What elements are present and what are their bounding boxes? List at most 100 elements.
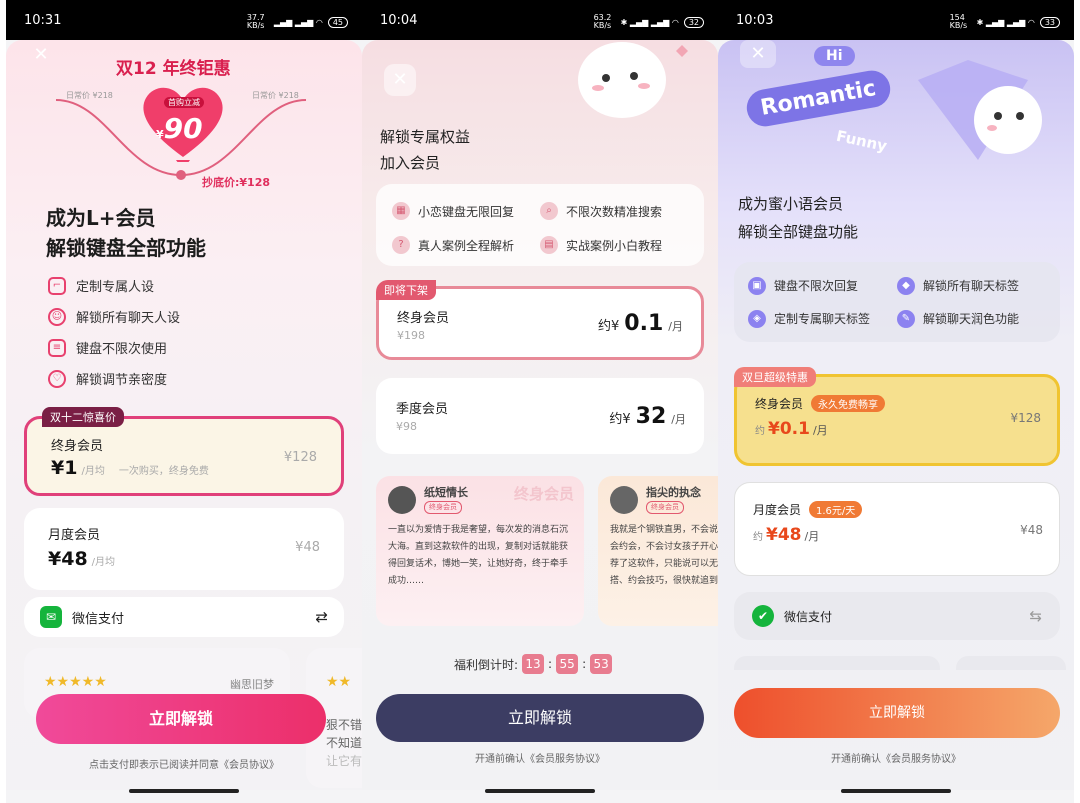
watermark: 终身会员 bbox=[513, 485, 574, 503]
plan-unit: /月 bbox=[671, 413, 686, 426]
search-icon: ⌕ bbox=[540, 202, 558, 220]
unlock-button[interactable]: 立即解锁 bbox=[376, 694, 704, 742]
title-line-2: 解锁键盘全部功能 bbox=[46, 236, 206, 260]
mascot-icon bbox=[578, 42, 688, 118]
plan-orig-price: ¥48 bbox=[295, 540, 320, 555]
wechat-pay-icon: ✉ bbox=[40, 606, 62, 628]
feature-item: ≡ 键盘不限次使用 bbox=[48, 332, 180, 363]
plan-name: 终身会员 bbox=[397, 311, 450, 326]
feature-item: ⌐ 定制专属人设 bbox=[48, 270, 180, 301]
plan-orig-price: ¥98 bbox=[396, 420, 417, 433]
feature-item: ☺ 解锁所有聊天人设 bbox=[48, 301, 180, 332]
pen-icon: ✎ bbox=[897, 309, 915, 328]
review-card-peek bbox=[956, 656, 1066, 670]
status-bar: 10:04 63.2 KB/s ✱ ▂▄▆ ▂▄▆ ◠ 32 bbox=[362, 0, 718, 40]
bubble-hi: Hi bbox=[814, 46, 855, 66]
page-title: 解锁专属权益 加入会员 bbox=[380, 124, 470, 176]
plan-lifetime[interactable]: 终身会员 ¥1 /月均 一次购买，终身免费 ¥128 bbox=[24, 416, 344, 496]
benefit-grid: ▣ 键盘不限次回复 ◆ 解锁所有聊天标签 ◈ 定制专属聊天标签 ✎ 解锁聊天润色功能 bbox=[734, 262, 1060, 342]
daily-price-left: 日常价 ¥218 bbox=[66, 91, 113, 100]
switch-icon[interactable]: ⇄ bbox=[315, 608, 328, 626]
avatar bbox=[388, 486, 416, 514]
plan-lifetime[interactable]: 终身会员 永久免费畅享 约 ¥0.1 /月 ¥128 bbox=[734, 374, 1060, 466]
review-user: 指尖的执念 bbox=[646, 486, 701, 499]
rating-stars: ★★★★★ bbox=[44, 674, 107, 690]
plan-unit: /月 bbox=[804, 530, 820, 543]
battery-icon: 45 bbox=[327, 16, 348, 28]
smile-icon: ☺ bbox=[48, 307, 66, 326]
plan-price-prefix: 约 bbox=[753, 532, 763, 543]
pay-method[interactable]: ✔ 微信支付 ⇆ bbox=[734, 592, 1060, 640]
page-title: 成为蜜小语会员 解锁全部键盘功能 bbox=[738, 190, 858, 246]
unlock-button[interactable]: 立即解锁 bbox=[734, 688, 1060, 738]
unlock-button[interactable]: 立即解锁 bbox=[36, 694, 326, 744]
plan-unit: /月均 bbox=[91, 557, 116, 568]
title-line-2: 加入会员 bbox=[380, 154, 441, 172]
review-snippet: 不知道 bbox=[326, 736, 362, 750]
member-badge: 终身会员 bbox=[424, 501, 462, 514]
benefit-item: ▦ 小恋键盘无限回复 bbox=[392, 202, 540, 220]
plan-quarterly[interactable]: 季度会员 ¥98 约¥ 32 /月 bbox=[376, 378, 704, 454]
countdown-hours: 13 bbox=[522, 654, 545, 674]
book-icon: ▤ bbox=[540, 236, 558, 254]
benefit-item: ? 真人案例全程解析 bbox=[392, 236, 540, 254]
pay-method-label: 微信支付 bbox=[784, 609, 833, 624]
gem-mascot-icon bbox=[918, 60, 1042, 160]
close-icon[interactable]: ✕ bbox=[28, 42, 54, 68]
paywall-sheet: ✕ Hi Romantic Funny 成为蜜小语会员 解锁全部键盘功能 ▣ 键盘… bbox=[718, 40, 1074, 790]
pay-method[interactable]: ✉ 微信支付 ⇄ bbox=[24, 597, 344, 637]
page-title: 成为L+会员 解锁键盘全部功能 bbox=[46, 203, 206, 263]
agreement-text[interactable]: 开通前确认《会员服务协议》 bbox=[718, 750, 1074, 765]
plan-note: 一次购买，终身免费 bbox=[118, 466, 209, 477]
bubble-funny: Funny bbox=[834, 126, 889, 156]
close-icon[interactable]: ✕ bbox=[384, 64, 416, 96]
benefit-item: ◈ 定制专属聊天标签 bbox=[748, 309, 897, 328]
review-snippet: 狠不错 bbox=[326, 718, 362, 732]
promo-price: 90 bbox=[163, 112, 203, 145]
plan-monthly[interactable]: 月度会员 1.6元/天 约 ¥48 /月 ¥48 bbox=[734, 482, 1060, 576]
benefit-item: ✎ 解锁聊天润色功能 bbox=[897, 309, 1046, 328]
review-text: 我就是个钢铁直男，不会说会约会，不会讨女孩子开心荐了这软件，只能说可以无搭、约会… bbox=[610, 525, 718, 586]
battery-icon: 33 bbox=[1039, 16, 1060, 28]
plan-price-prefix: 约¥ bbox=[598, 319, 620, 334]
promo-badge: 首购立减 bbox=[164, 97, 204, 108]
pay-method-label: 微信支付 bbox=[72, 611, 125, 627]
plan-name: 月度会员 bbox=[753, 503, 802, 517]
status-time: 10:31 bbox=[24, 13, 62, 28]
gesture-bar bbox=[6, 778, 362, 797]
tag-icon: ◈ bbox=[748, 309, 766, 328]
plan-orig-price: ¥128 bbox=[283, 450, 317, 465]
status-bar: 10:31 37.7 KB/s ▂▄▆ ▂▄▆ ◠ 45 bbox=[6, 0, 362, 40]
promo-title: 双12 年终钜惠 bbox=[116, 59, 231, 79]
plan-orig-price: ¥198 bbox=[397, 329, 425, 342]
keyboard-icon: ▦ bbox=[392, 202, 410, 220]
gesture-bar bbox=[362, 778, 718, 797]
countdown-label: 福利倒计时: bbox=[454, 657, 519, 672]
keyboard-icon: ≡ bbox=[48, 338, 66, 357]
plan-price: ¥0.1 bbox=[768, 419, 810, 439]
close-icon[interactable]: ✕ bbox=[740, 40, 776, 68]
heart-outline-icon: ♡ bbox=[48, 369, 66, 388]
net-speed: 63.2 KB/s bbox=[593, 13, 612, 30]
avatar bbox=[610, 486, 638, 514]
gesture-bar bbox=[718, 778, 1074, 797]
agreement-text[interactable]: 开通前确认《会员服务协议》 bbox=[362, 750, 718, 765]
plan-price-prefix: 约¥ bbox=[609, 412, 631, 427]
plan-name: 月度会员 bbox=[48, 528, 101, 543]
member-badge: 终身会员 bbox=[646, 501, 684, 514]
plan-monthly[interactable]: 月度会员 ¥48 /月均 ¥48 bbox=[24, 508, 344, 590]
paywall-sheet: ✕ 双12 年终钜惠 日常价 ¥218 日常价 ¥218 首购立减 ¥90 抄底… bbox=[6, 40, 362, 790]
screen-1: 10:31 37.7 KB/s ▂▄▆ ▂▄▆ ◠ 45 ✕ 双12 年终钜惠 日常… bbox=[6, 0, 362, 803]
plan-pill: 永久免费畅享 bbox=[811, 395, 886, 412]
plan-pill: 1.6元/天 bbox=[809, 501, 863, 518]
agreement-text[interactable]: 点击支付即表示已阅读并同意《会员协议》 bbox=[6, 756, 362, 771]
switch-icon[interactable]: ⇆ bbox=[1029, 607, 1042, 625]
plan-price: ¥48 bbox=[48, 548, 88, 570]
benefit-grid: ▦ 小恋键盘无限回复 ⌕ 不限次数精准搜索 ? 真人案例全程解析 ▤ 实战案例小白教程 bbox=[376, 184, 704, 266]
persona-icon: ⌐ bbox=[48, 276, 66, 295]
plan-orig-price: ¥128 bbox=[1010, 411, 1041, 425]
screen-3: 10:03 154 KB/s ✱ ▂▄▆ ▂▄▆ ◠ 33 ✕ Hi Romanti… bbox=[718, 0, 1074, 803]
rating-stars: ★★ bbox=[326, 674, 352, 690]
plan-tag: 双十二惊喜价 bbox=[42, 407, 124, 427]
plan-name: 终身会员 bbox=[51, 439, 104, 454]
